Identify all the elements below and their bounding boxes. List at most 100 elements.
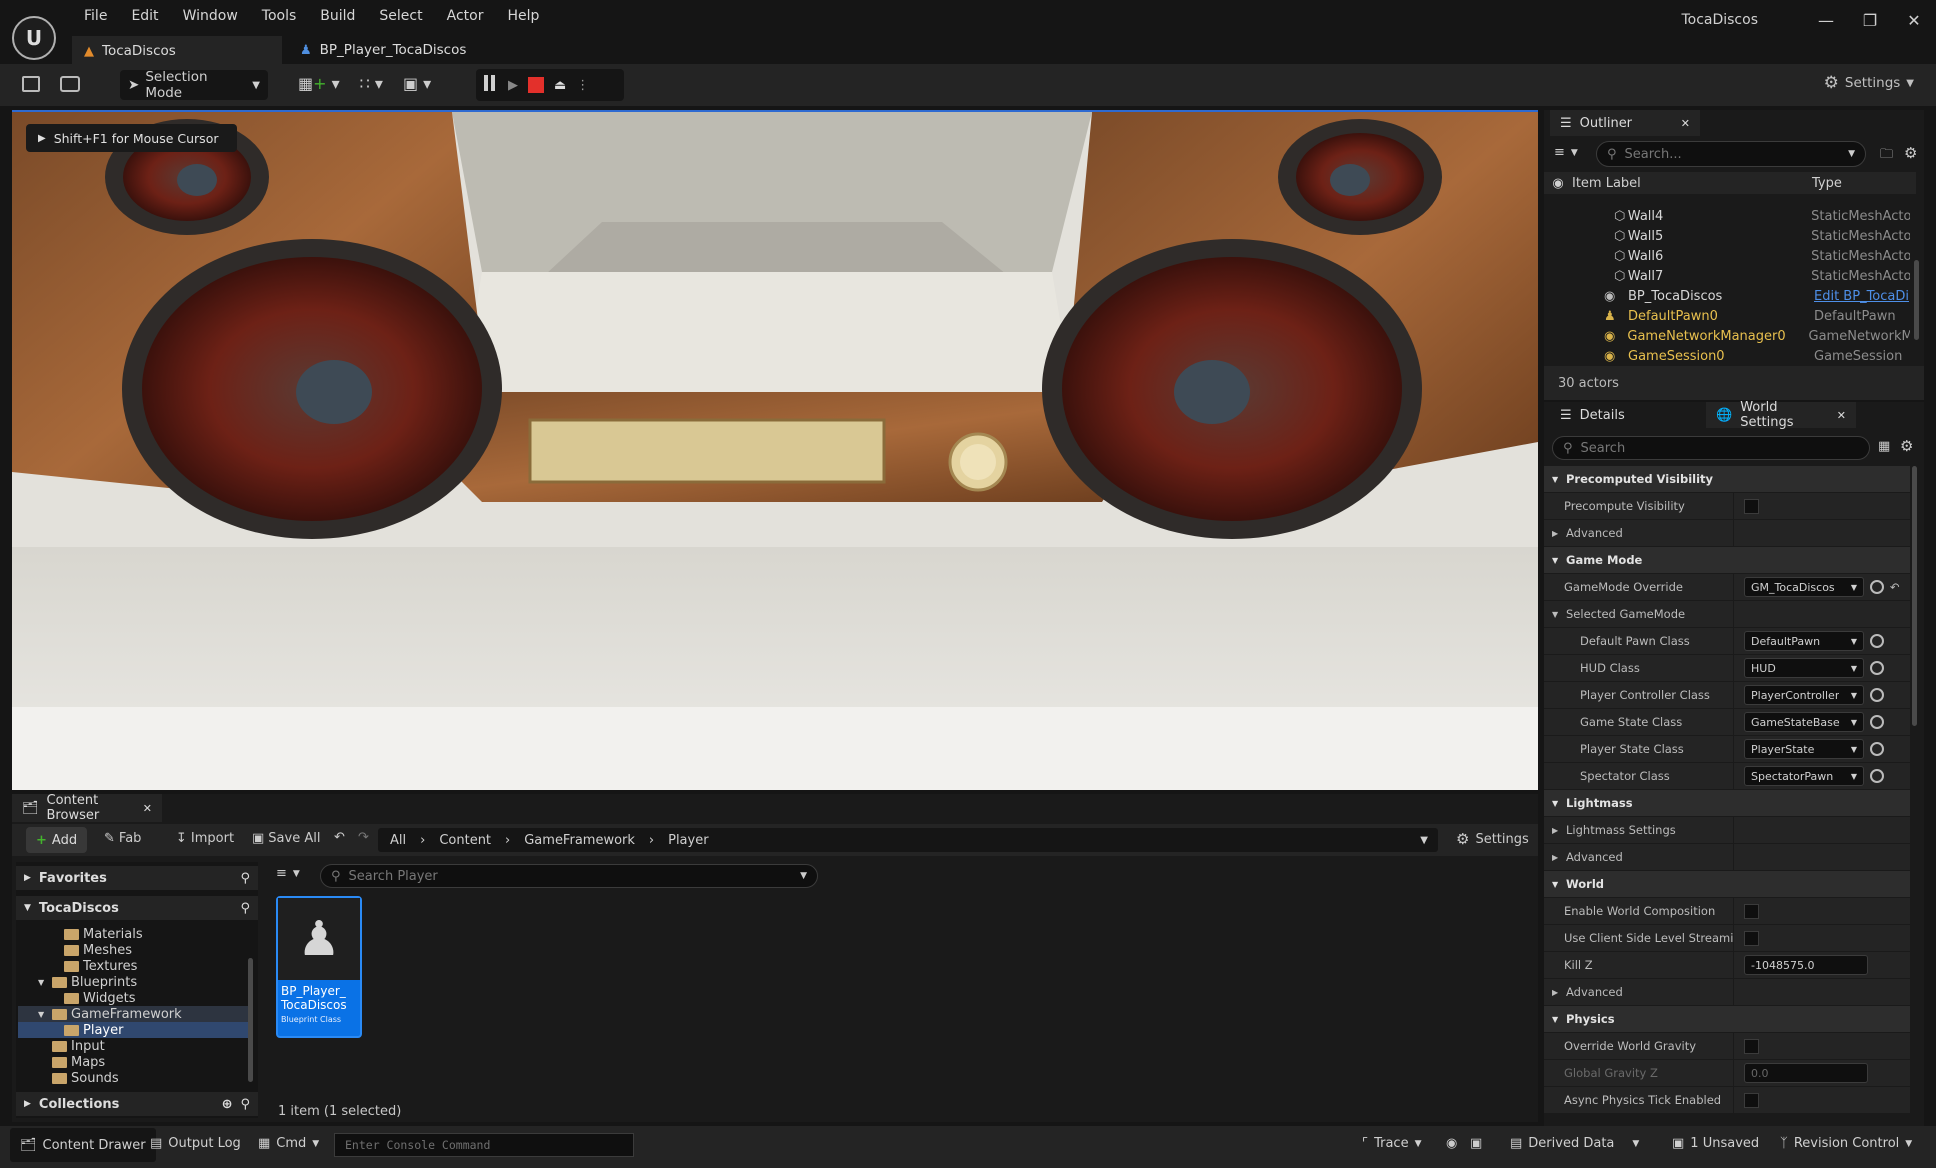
add-collection-icon[interactable]: ⊕ <box>222 1097 233 1112</box>
asset-tile-bp-player[interactable]: ♟ BP_Player_ TocaDiscos Blueprint Class <box>276 896 362 1038</box>
menu-edit[interactable]: Edit <box>119 8 170 24</box>
selection-mode-dropdown[interactable]: ➤ Selection Mode ▼ <box>120 69 268 101</box>
chevron-down-icon[interactable]: ▼ <box>38 1010 52 1019</box>
property-row[interactable]: Player State Class PlayerState ▼ <box>1544 736 1910 763</box>
list-item[interactable]: ◉ BP_TocaDiscos Edit BP_TocaDi <box>1544 286 1910 306</box>
menu-actor[interactable]: Actor <box>435 8 496 24</box>
settings-button[interactable]: ⚙ Settings ▼ <box>1824 73 1914 93</box>
browse-asset-icon[interactable] <box>1870 715 1884 729</box>
search-icon[interactable]: ⚲ <box>240 901 250 916</box>
cmd-dropdown[interactable]: ▦ Cmd ▼ <box>258 1136 319 1151</box>
class-dropdown[interactable]: GameStateBase ▼ <box>1744 712 1864 732</box>
tab-bp-player[interactable]: ♟ BP_Player_TocaDiscos <box>288 36 480 64</box>
reset-to-default-icon[interactable]: ↶ <box>1890 580 1900 594</box>
tree-item-materials[interactable]: Materials <box>18 926 248 942</box>
property-row[interactable]: ▼ Lightmass <box>1544 790 1910 817</box>
menu-file[interactable]: File <box>72 8 119 24</box>
chevron-right-icon[interactable]: ▶ <box>1552 988 1566 997</box>
tab-details[interactable]: ☰ Details <box>1550 402 1690 428</box>
property-row[interactable]: ▶ Advanced <box>1544 520 1910 547</box>
tree-item-input[interactable]: Input <box>18 1038 248 1054</box>
screenshot-icon[interactable]: ▣ <box>1470 1136 1482 1151</box>
tree-item-blueprints[interactable]: ▼ Blueprints <box>18 974 248 990</box>
browse-icon[interactable] <box>60 76 80 92</box>
tree-scrollbar[interactable] <box>248 958 253 1082</box>
property-row[interactable]: Default Pawn Class DefaultPawn ▼ <box>1544 628 1910 655</box>
list-item[interactable]: ♟ DefaultPawn0 DefaultPawn <box>1544 306 1910 326</box>
tree-item-textures[interactable]: Textures <box>18 958 248 974</box>
gear-icon[interactable]: ⚙ <box>1904 144 1917 162</box>
property-row[interactable]: Override World Gravity <box>1544 1033 1910 1060</box>
revision-control-dropdown[interactable]: ᛉ Revision Control ▼ <box>1780 1136 1912 1151</box>
property-row[interactable]: ▼ Selected GameMode <box>1544 601 1910 628</box>
import-button[interactable]: ↧ Import <box>176 831 234 846</box>
col-item-label[interactable]: Item Label <box>1572 176 1812 191</box>
derived-data-dropdown[interactable]: ▤ Derived Data ▼ <box>1510 1136 1639 1151</box>
level-viewport[interactable] <box>12 110 1538 790</box>
save-icon[interactable] <box>22 76 40 92</box>
class-dropdown[interactable]: HUD ▼ <box>1744 658 1864 678</box>
tab-content-browser[interactable]: 🗂 Content Browser ✕ <box>12 793 162 823</box>
chevron-down-icon[interactable]: ▼ <box>1552 799 1566 808</box>
class-dropdown[interactable]: SpectatorPawn ▼ <box>1744 766 1864 786</box>
tree-item-gameframework[interactable]: ▼ GameFramework <box>18 1006 248 1022</box>
add-button[interactable]: + Add <box>26 827 88 853</box>
browse-asset-icon[interactable] <box>1870 661 1884 675</box>
add-actor-icon[interactable]: ▦+ ▾ <box>298 74 340 93</box>
class-dropdown[interactable]: PlayerController ▼ <box>1744 685 1864 705</box>
blueprint-menu-icon[interactable]: ∷ ▾ <box>360 74 383 93</box>
tree-item-maps[interactable]: Maps <box>18 1054 248 1070</box>
property-row[interactable]: HUD Class HUD ▼ <box>1544 655 1910 682</box>
cb-settings-button[interactable]: ⚙ Settings <box>1456 830 1529 848</box>
eject-icon[interactable]: ⏏ <box>554 78 566 93</box>
chevron-down-icon[interactable]: ▼ <box>38 978 52 987</box>
tab-outliner[interactable]: ☰ Outliner ✕ <box>1550 110 1700 136</box>
tab-world-settings[interactable]: 🌐 World Settings ✕ <box>1706 400 1856 430</box>
step-icon[interactable]: ▶ <box>508 78 518 93</box>
property-row[interactable]: Use Client Side Level Streami... <box>1544 925 1910 952</box>
menu-window[interactable]: Window <box>171 8 250 24</box>
search-icon[interactable]: ⚲ <box>240 1097 250 1112</box>
menu-tools[interactable]: Tools <box>250 8 309 24</box>
checkbox[interactable] <box>1744 1092 1759 1108</box>
filter-dropdown[interactable]: ≡ ▼ <box>1554 145 1578 160</box>
table-view-icon[interactable]: ▦ <box>1878 439 1890 454</box>
new-folder-icon[interactable]: 🗀 <box>1880 145 1893 167</box>
pause-icon[interactable] <box>484 75 498 95</box>
chevron-right-icon[interactable]: ▶ <box>1552 826 1566 835</box>
property-row[interactable]: Enable World Composition <box>1544 898 1910 925</box>
browse-asset-icon[interactable] <box>1870 634 1884 648</box>
tree-item-player[interactable]: Player <box>18 1022 248 1038</box>
list-item[interactable]: ⬡ Wall5 StaticMeshActo <box>1544 226 1910 246</box>
menu-build[interactable]: Build <box>308 8 367 24</box>
list-item[interactable]: ◉ GameSession0 GameSession <box>1544 346 1910 366</box>
back-arrow-icon[interactable]: ↶ <box>334 830 345 845</box>
details-scrollbar[interactable] <box>1912 466 1917 726</box>
outliner-search-input[interactable]: ⚲ Search... ▼ <box>1596 141 1866 167</box>
record-icon[interactable]: ◉ <box>1446 1136 1457 1151</box>
console-input[interactable]: Enter Console Command <box>334 1133 634 1157</box>
property-row[interactable]: Async Physics Tick Enabled <box>1544 1087 1910 1114</box>
close-icon[interactable]: ✕ <box>1892 11 1936 30</box>
chevron-down-icon[interactable]: ▼ <box>1552 880 1566 889</box>
checkbox[interactable] <box>1744 1038 1759 1054</box>
asset-search-input[interactable]: ⚲ Search Player ▼ <box>320 864 818 888</box>
search-icon[interactable]: ⚲ <box>240 871 250 886</box>
tab-tocadiscos[interactable]: ▲ TocaDiscos <box>72 36 282 64</box>
chevron-down-icon[interactable]: ▼ <box>1552 556 1566 565</box>
checkbox[interactable] <box>1744 903 1759 919</box>
browse-asset-icon[interactable] <box>1870 769 1884 783</box>
edit-blueprint-link[interactable]: Edit BP_TocaDi <box>1814 289 1909 304</box>
restore-icon[interactable]: ❐ <box>1848 11 1892 30</box>
property-row[interactable]: ▶ Lightmass Settings <box>1544 817 1910 844</box>
unreal-logo-icon[interactable]: U <box>12 16 56 60</box>
menu-help[interactable]: Help <box>495 8 551 24</box>
list-item[interactable]: ⬡ Wall6 StaticMeshActo <box>1544 246 1910 266</box>
output-log-button[interactable]: ▤ Output Log <box>150 1136 241 1151</box>
close-icon[interactable]: ✕ <box>1681 117 1690 130</box>
property-row[interactable]: ▼ World <box>1544 871 1910 898</box>
breadcrumb-player[interactable]: Player <box>668 833 708 848</box>
class-dropdown[interactable]: GM_TocaDiscos ▼ <box>1744 577 1864 597</box>
trace-dropdown[interactable]: ⌜ Trace ▼ <box>1362 1136 1422 1151</box>
chevron-down-icon[interactable]: ▼ <box>1552 1015 1566 1024</box>
